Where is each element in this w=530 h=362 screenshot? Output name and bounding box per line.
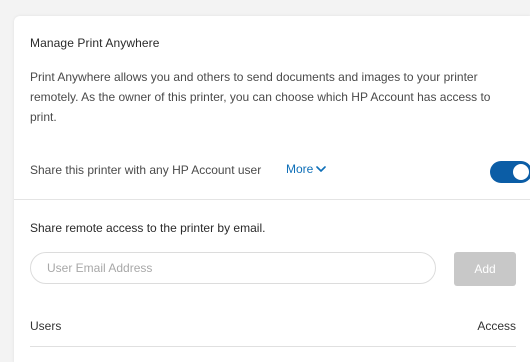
- manage-section: Manage Print Anywhere Print Anywhere all…: [14, 16, 530, 199]
- more-link[interactable]: More: [286, 162, 327, 176]
- column-header-access: Access: [477, 319, 516, 333]
- section-title: Manage Print Anywhere: [30, 36, 160, 50]
- toggle-knob: [513, 164, 529, 180]
- chevron-down-icon: [316, 166, 327, 172]
- table-divider: [30, 346, 516, 347]
- remote-access-label: Share remote access to the printer by em…: [30, 221, 266, 235]
- print-anywhere-card: Manage Print Anywhere Print Anywhere all…: [14, 16, 530, 362]
- share-setting-row: Share this printer with any HP Account u…: [30, 161, 530, 183]
- share-label: Share this printer with any HP Account u…: [30, 163, 262, 177]
- column-header-users: Users: [30, 319, 62, 333]
- more-label: More: [286, 162, 314, 176]
- add-button[interactable]: Add: [454, 252, 516, 286]
- users-table-header: Users Access: [30, 319, 516, 339]
- email-input[interactable]: [30, 252, 436, 284]
- section-description: Print Anywhere allows you and others to …: [30, 70, 491, 124]
- share-toggle[interactable]: [490, 161, 530, 183]
- section-divider: [14, 199, 530, 200]
